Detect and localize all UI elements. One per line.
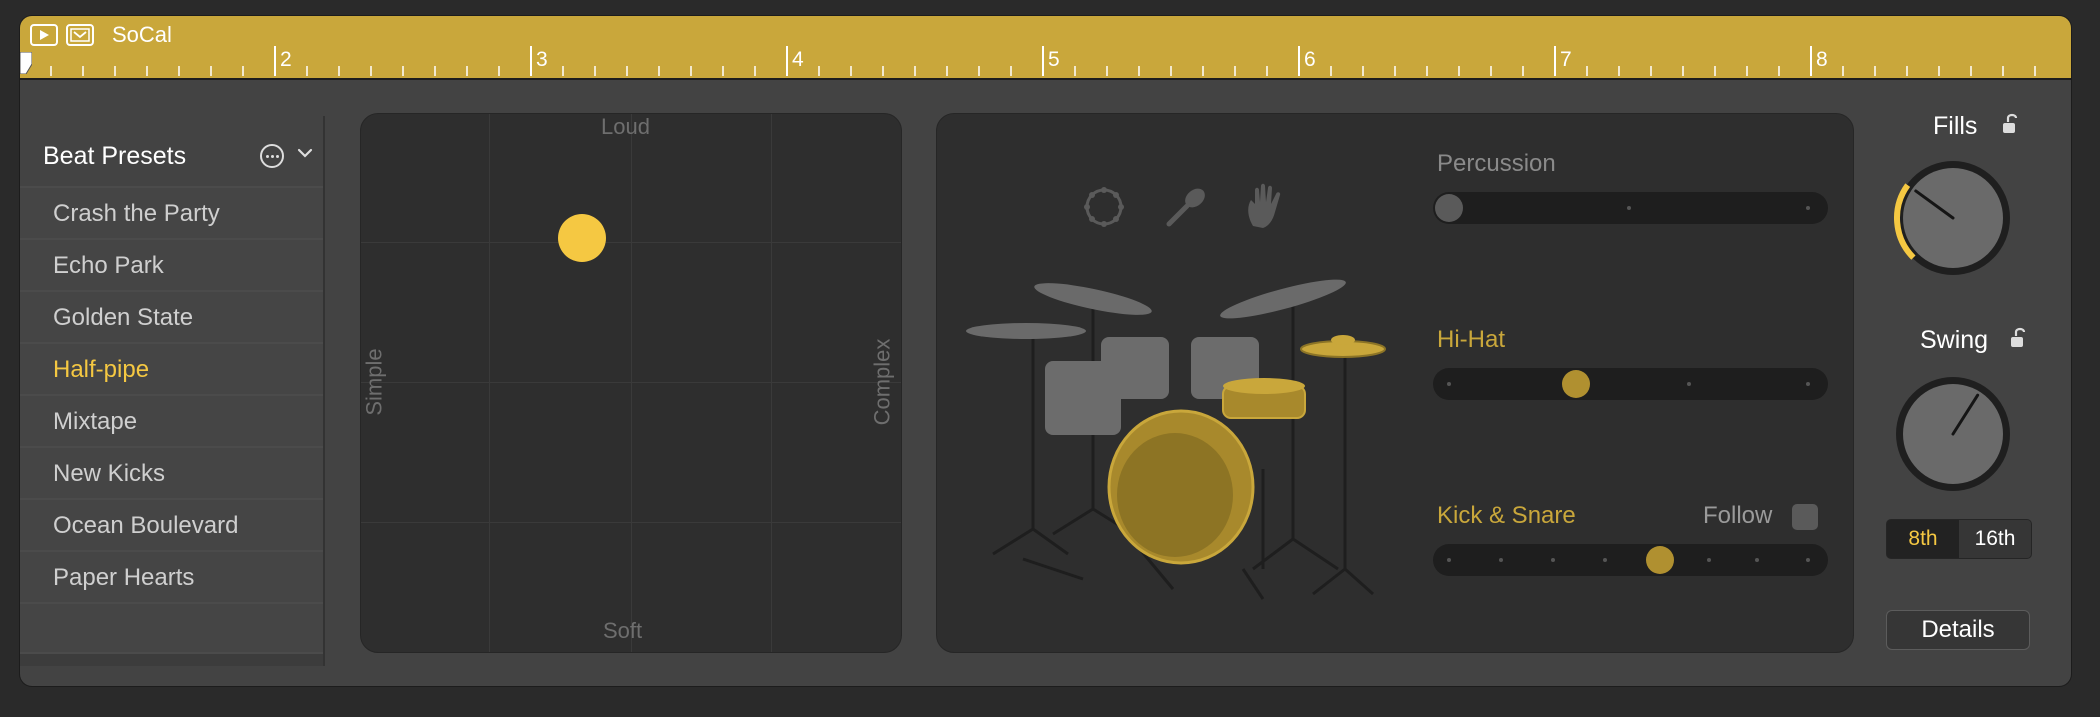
- fills-knob[interactable]: [1893, 158, 2013, 278]
- bar-number: 6: [1304, 48, 1316, 71]
- percussion-slider-thumb[interactable]: [1435, 194, 1463, 222]
- pad-label-complex: Complex: [869, 338, 895, 426]
- percussion-label: Percussion: [1437, 150, 1556, 177]
- hihat-slider-thumb[interactable]: [1562, 370, 1591, 398]
- percussion-slider[interactable]: [1433, 192, 1828, 224]
- preset-item-label: Echo Park: [53, 252, 164, 279]
- bar-number: 4: [792, 48, 804, 71]
- preset-item[interactable]: Half-pipe: [20, 342, 323, 394]
- drummer-editor-panel: SoCal 2345678 Beat Presets Crash the Par…: [20, 16, 2071, 686]
- region-ruler[interactable]: SoCal 2345678: [20, 16, 2071, 80]
- preset-item-label: Ocean Boulevard: [53, 512, 239, 539]
- hihat-slider[interactable]: [1433, 368, 1828, 400]
- beat-presets-header: Beat Presets: [20, 116, 323, 186]
- shaker-icon[interactable]: [1163, 184, 1209, 230]
- follow-checkbox[interactable]: [1792, 504, 1818, 530]
- handclap-icon[interactable]: [1243, 182, 1289, 230]
- beat-presets-title: Beat Presets: [43, 142, 187, 170]
- fills-label: Fills: [1933, 112, 1978, 140]
- fills-lock-icon[interactable]: [2002, 112, 2022, 136]
- preset-item[interactable]: Ocean Boulevard: [20, 498, 323, 550]
- preset-item-label: Half-pipe: [53, 356, 150, 383]
- preset-item-label: New Kicks: [53, 460, 166, 487]
- bar-number: 8: [1816, 48, 1828, 71]
- kick-snare-slider[interactable]: [1433, 544, 1828, 576]
- bar-number: 5: [1048, 48, 1060, 71]
- kick-snare-slider-thumb[interactable]: [1645, 546, 1674, 574]
- details-button[interactable]: Details: [1886, 610, 2030, 650]
- ruler-ticks: [50, 46, 2036, 76]
- follow-label: Follow: [1703, 502, 1773, 529]
- bar-number: 7: [1560, 48, 1572, 71]
- preset-item[interactable]: Paper Hearts: [20, 550, 323, 602]
- drum-kit-illustration[interactable]: [963, 269, 1403, 609]
- drum-kit-panel: Percussion Hi-Hat Kick & Snare Follow: [936, 113, 1854, 653]
- chevron-down-icon[interactable]: [296, 146, 314, 160]
- bar-number: 2: [280, 48, 292, 71]
- tambourine-icon[interactable]: [1081, 184, 1127, 230]
- playhead-marker[interactable]: [20, 52, 32, 74]
- more-options-icon[interactable]: [260, 144, 284, 168]
- preset-empty-row: [20, 602, 323, 654]
- bar-number: 3: [536, 48, 548, 71]
- preset-item-label: Crash the Party: [53, 200, 220, 227]
- pad-label-soft: Soft: [603, 618, 643, 643]
- loudness-complexity-pad[interactable]: Loud Soft Simple Complex: [360, 113, 902, 653]
- swing-label: Swing: [1920, 326, 1989, 354]
- preset-item-label: Paper Hearts: [53, 564, 195, 591]
- swing-lock-icon[interactable]: [2010, 326, 2030, 350]
- resolution-16th-button[interactable]: 16th: [1959, 520, 2031, 558]
- beat-presets-list: Beat Presets Crash the Party Echo Park Gol…: [20, 116, 325, 666]
- resolution-8th-button[interactable]: 8th: [1887, 520, 1959, 558]
- kick-snare-label: Kick & Snare: [1437, 502, 1576, 529]
- pad-label-loud: Loud: [601, 114, 650, 139]
- preset-item[interactable]: New Kicks: [20, 446, 323, 498]
- note-resolution-selector: 8th 16th: [1886, 519, 2032, 559]
- preset-item[interactable]: Golden State: [20, 290, 323, 342]
- preset-item-label: Mixtape: [53, 408, 138, 435]
- hihat-label: Hi-Hat: [1437, 326, 1506, 353]
- preset-item[interactable]: Mixtape: [20, 394, 323, 446]
- preset-item[interactable]: Crash the Party: [20, 186, 323, 238]
- preset-item[interactable]: Echo Park: [20, 238, 323, 290]
- pad-label-simple: Simple: [361, 348, 387, 416]
- pad-puck[interactable]: [558, 213, 607, 262]
- swing-knob[interactable]: [1893, 374, 2013, 494]
- preset-item-label: Golden State: [53, 304, 194, 331]
